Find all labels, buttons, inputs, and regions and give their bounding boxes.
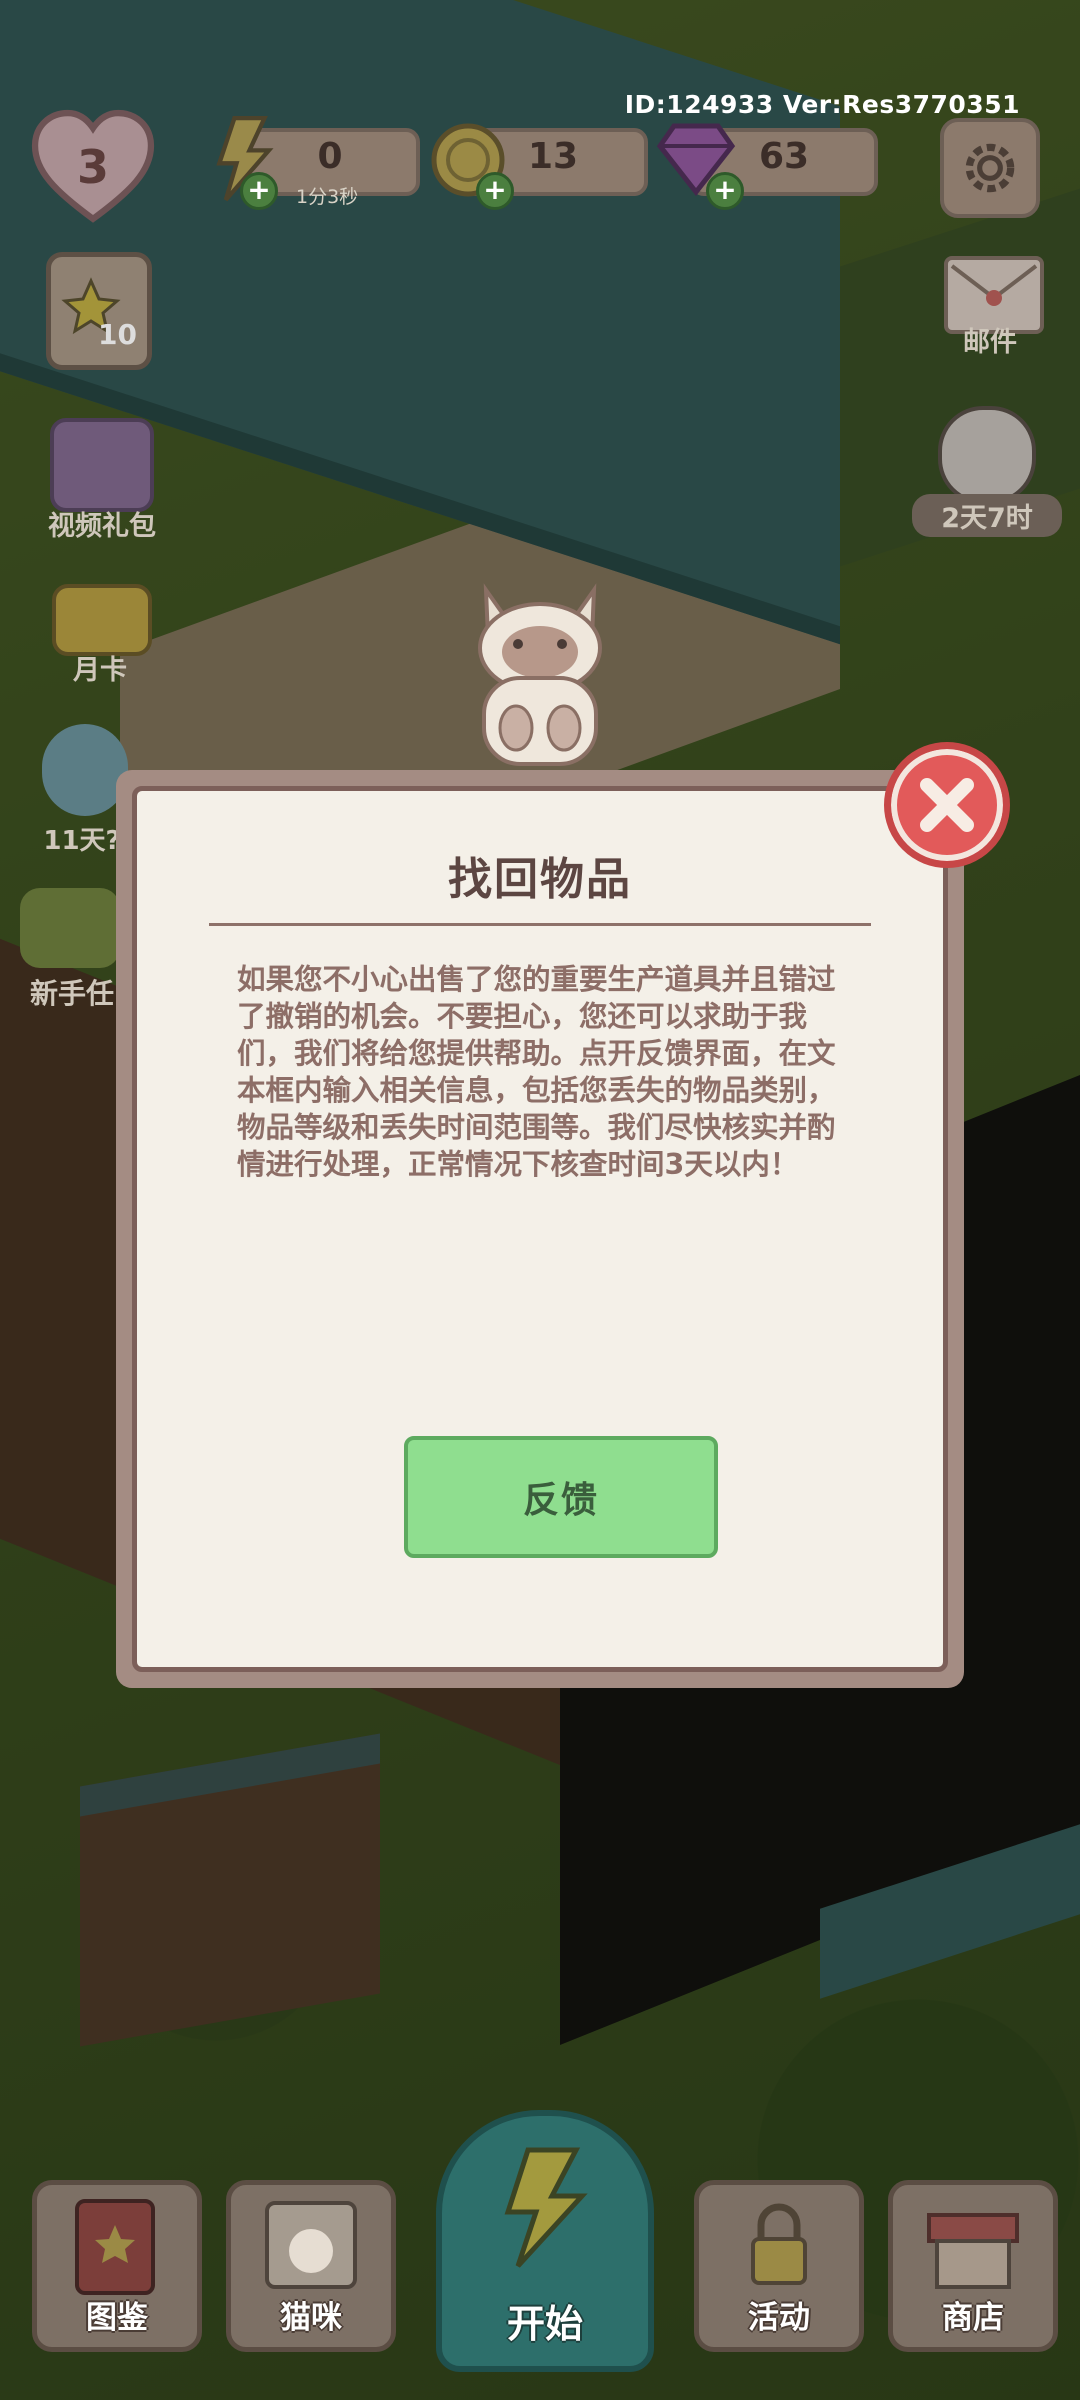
player-id-version: ID:124933 Ver:Res3770351 (624, 90, 1020, 119)
newbie-task-label: 新手任 (30, 977, 115, 1010)
feedback-button[interactable]: 反馈 (404, 1436, 718, 1558)
energy-timer: 1分3秒 (296, 186, 359, 208)
close-icon (920, 778, 974, 832)
title-divider (209, 923, 871, 926)
add-coins-icon[interactable]: + (476, 172, 514, 210)
star-box-button[interactable] (46, 252, 152, 370)
star-box-count: 10 (98, 318, 137, 351)
nav-shop-label: 商店 (942, 2300, 1004, 2336)
newbie-task-icon[interactable] (20, 888, 120, 968)
nav-cats-button[interactable]: 猫咪 (226, 2180, 396, 2352)
recover-items-dialog: 找回物品 如果您不小心出售了您的重要生产道具并且错过了撤销的机会。不要担心，您还… (116, 770, 964, 1688)
close-dialog-button[interactable] (884, 742, 1010, 868)
nav-events-button[interactable]: 活动 (694, 2180, 864, 2352)
add-energy-icon[interactable]: + (240, 172, 278, 210)
add-gems-icon[interactable]: + (706, 172, 744, 210)
start-label: 开始 (506, 2302, 583, 2346)
panda-timer: 2天7时 (912, 494, 1062, 537)
event-days-label: 11天? (43, 826, 121, 856)
nav-cats-label: 猫咪 (280, 2300, 342, 2336)
nav-handbook-label: 图鉴 (86, 2300, 148, 2336)
month-card-label: 月卡 (73, 655, 127, 686)
lock-icon (751, 2203, 807, 2285)
gear-icon (965, 143, 1015, 193)
cat-mascot (478, 583, 602, 766)
panda-icon[interactable] (938, 406, 1036, 504)
month-card-icon[interactable] (52, 584, 152, 656)
shop-icon (927, 2213, 1019, 2289)
video-gift-label: 视频礼包 (48, 511, 156, 542)
hearts-count: 3 (76, 140, 109, 194)
mail-label: 邮件 (963, 327, 1017, 358)
settings-button[interactable] (940, 118, 1040, 218)
dialog-title: 找回物品 (448, 854, 632, 905)
nav-events-label: 活动 (748, 2300, 810, 2336)
dialog-panel: 找回物品 如果您不小心出售了您的重要生产道具并且错过了撤销的机会。不要担心，您还… (132, 786, 948, 1672)
dialog-body-text: 如果您不小心出售了您的重要生产道具并且错过了撤销的机会。不要担心，您还可以求助于… (237, 963, 836, 1181)
book-icon (75, 2199, 155, 2295)
cat-card-icon (265, 2201, 357, 2289)
nav-shop-button[interactable]: 商店 (888, 2180, 1058, 2352)
lightning-icon (504, 2147, 588, 2268)
start-button[interactable]: 开始 (436, 2110, 654, 2372)
nav-handbook-button[interactable]: 图鉴 (32, 2180, 202, 2352)
video-gift-icon[interactable] (50, 418, 154, 512)
